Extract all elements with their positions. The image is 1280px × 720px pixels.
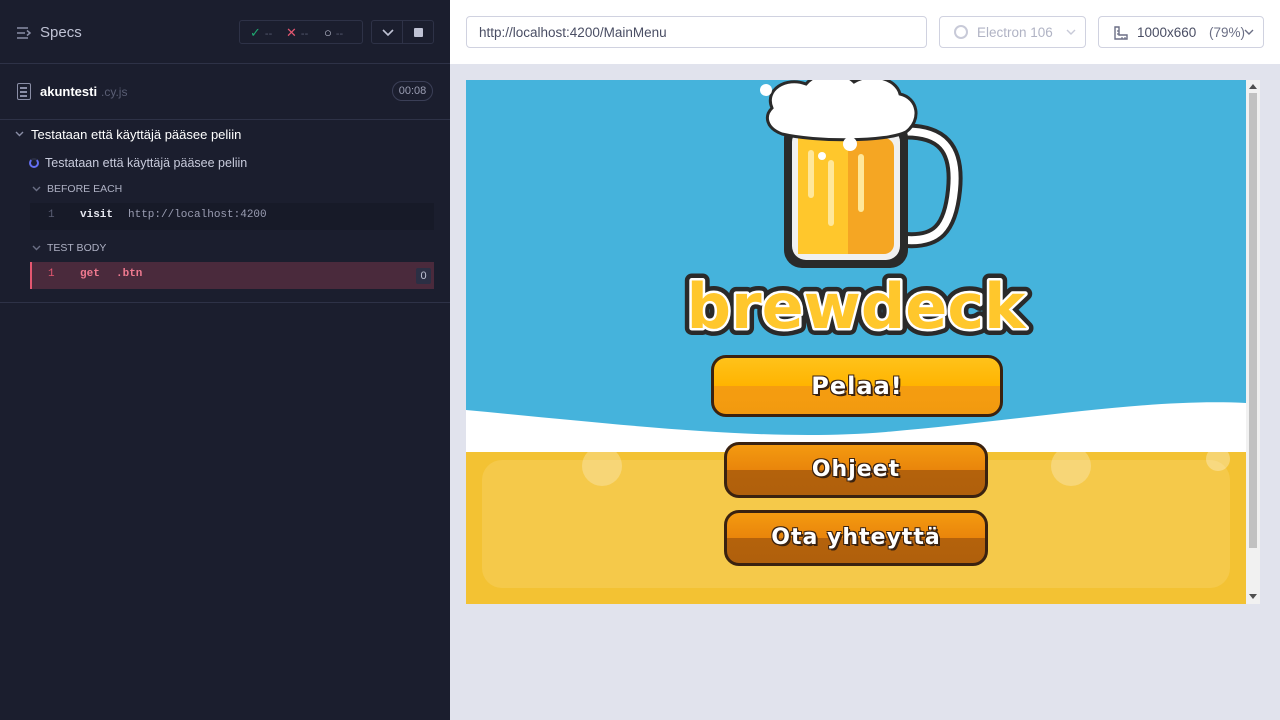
hook-before-each[interactable]: BEFORE EACH (47, 183, 122, 195)
aut-scrollbar[interactable] (1246, 80, 1260, 604)
beer-mug-logo (760, 80, 963, 268)
browser-selector[interactable]: Electron 106 (939, 16, 1086, 48)
play-button[interactable]: Pelaa! (711, 355, 1003, 417)
runner-topbar: http://localhost:4200/MainMenu Electron … (450, 0, 1280, 64)
test-stats: ✓ -- ✕ -- ○ -- (239, 20, 363, 44)
pending-stat: ○ -- (324, 25, 344, 40)
command-row-get[interactable]: 1 get .btn 0 (30, 262, 434, 289)
browser-label: Electron 106 (977, 25, 1053, 40)
stop-button[interactable] (402, 20, 434, 44)
spec-extension: .cy.js (101, 85, 128, 99)
spec-duration: 00:08 (392, 81, 433, 101)
spec-file-row[interactable]: akuntesti .cy.js (0, 64, 450, 120)
brewdeck-logo-text: brewdeck brewdeck (680, 263, 1034, 350)
command-number: 1 (48, 209, 55, 221)
specs-label[interactable]: Specs (40, 24, 82, 41)
specs-menu-icon[interactable] (16, 26, 32, 40)
viewport-zoom: (79%) (1209, 25, 1246, 40)
scroll-thumb[interactable] (1249, 93, 1257, 548)
check-icon: ✓ (250, 25, 261, 40)
chevron-down-icon (1244, 29, 1254, 35)
reporter-panel: Specs ✓ -- ✕ -- ○ -- akuntesti .cy.js 00:08… (0, 0, 450, 720)
ruler-icon (1114, 26, 1128, 40)
passed-stat: ✓ -- (250, 25, 273, 40)
url-bar[interactable]: http://localhost:4200/MainMenu (466, 16, 927, 48)
chevron-down-icon[interactable] (32, 186, 41, 192)
running-spinner-icon (29, 158, 39, 168)
spinner-icon: ○ (324, 25, 332, 40)
chevron-down-icon (1066, 29, 1076, 35)
chevron-down-icon[interactable] (15, 131, 24, 137)
x-icon: ✕ (286, 25, 297, 40)
chevron-down-icon[interactable] (32, 245, 41, 251)
app-preview: brewdeck brewdeck Pelaa! Ohjeet Ota yhte… (466, 80, 1246, 604)
viewport-size: 1000x660 (1137, 25, 1197, 40)
svg-text:brewdeck: brewdeck (687, 270, 1027, 343)
file-icon (17, 83, 31, 100)
scroll-down-arrow[interactable] (1249, 594, 1257, 599)
contact-button[interactable]: Ota yhteyttä (724, 510, 988, 566)
command-number: 1 (48, 268, 55, 280)
test-title[interactable]: Testataan että käyttäjä pääsee peliin (45, 156, 247, 170)
hook-test-body[interactable]: TEST BODY (47, 242, 106, 254)
chevron-down-icon (382, 29, 394, 37)
spec-name: akuntesti (40, 84, 98, 99)
command-message: .btn (116, 268, 143, 280)
electron-icon (954, 25, 968, 39)
collapse-all-button[interactable] (371, 20, 403, 44)
failed-stat: ✕ -- (286, 25, 309, 40)
element-count-badge: 0 (416, 268, 431, 284)
command-name: get (80, 268, 100, 280)
scroll-up-arrow[interactable] (1249, 84, 1257, 89)
divider (0, 302, 450, 303)
help-button[interactable]: Ohjeet (724, 442, 988, 498)
reporter-header: Specs ✓ -- ✕ -- ○ -- (0, 0, 450, 64)
command-message: http://localhost:4200 (128, 209, 267, 221)
viewport-selector[interactable]: 1000x660 (79%) (1098, 16, 1264, 48)
command-row-visit[interactable]: 1 visit http://localhost:4200 (30, 203, 434, 230)
command-name: visit (80, 209, 114, 221)
suite-title[interactable]: Testataan että käyttäjä pääsee peliin (31, 127, 241, 142)
stop-icon (414, 28, 423, 37)
